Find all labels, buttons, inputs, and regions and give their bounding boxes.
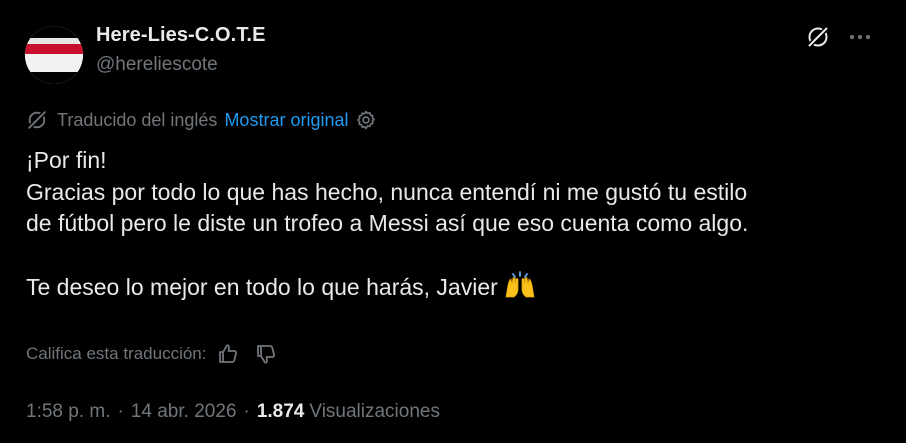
translation-settings-icon[interactable] xyxy=(355,109,377,131)
avatar-stripe-red xyxy=(25,44,83,54)
thumbs-up-icon[interactable] xyxy=(216,342,240,366)
rate-translation-label: Califica esta traducción: xyxy=(26,344,207,363)
more-options-button[interactable] xyxy=(845,23,875,51)
show-original-link[interactable]: Mostrar original xyxy=(224,110,348,131)
tweet-card: Here-Lies-C.O.T.E @hereliescote Traducid… xyxy=(0,0,906,443)
translated-from-label: Traducido del inglés xyxy=(57,109,218,130)
avatar-stripe-white xyxy=(25,54,83,72)
raising-hands-icon xyxy=(504,271,536,299)
tweet-date[interactable]: 14 abr. 2026 xyxy=(131,401,237,423)
translation-row: Traducido del inglés Mostrar original xyxy=(26,108,377,132)
avatar-stripe-top xyxy=(25,26,83,38)
tweet-time[interactable]: 1:58 p. m. xyxy=(26,401,111,423)
more-icon xyxy=(850,35,870,39)
meta-separator: · xyxy=(243,401,250,422)
meta-separator: · xyxy=(117,401,124,422)
tweet-line: de fútbol pero le diste un trofeo a Mess… xyxy=(26,210,749,236)
tweet-line-last: Te deseo lo mejor en todo lo que harás, … xyxy=(26,271,886,304)
avatar[interactable] xyxy=(25,26,83,84)
views-count: 1.874 xyxy=(256,401,305,422)
tweet-meta: 1:58 p. m. · 14 abr. 2026 · 1.874 Visual… xyxy=(26,399,440,425)
tweet-text: ¡Por fin! Gracias por todo lo que has he… xyxy=(26,145,886,304)
tweet-line: Gracias por todo lo que has hecho, nunca… xyxy=(26,178,748,205)
thumbs-down-icon[interactable] xyxy=(254,342,278,366)
grok-icon xyxy=(808,27,828,47)
tweet-line: Te deseo lo mejor en todo lo que harás, … xyxy=(26,274,498,300)
display-name[interactable]: Here-Lies-C.O.T.E xyxy=(96,24,266,47)
tweet-line: ¡Por fin! xyxy=(26,147,107,173)
translation-icon xyxy=(26,109,48,131)
user-handle[interactable]: @hereliescote xyxy=(96,54,218,76)
views-label: Visualizaciones xyxy=(309,401,440,422)
avatar-stripe-bottom xyxy=(25,72,83,84)
grok-button[interactable] xyxy=(804,23,832,51)
rate-translation-row: Califica esta traducción: xyxy=(26,341,278,367)
